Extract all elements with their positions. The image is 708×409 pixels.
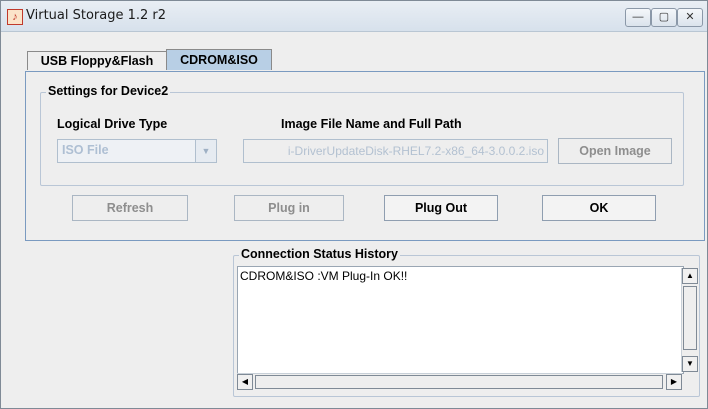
java-app-icon: ♪: [7, 9, 23, 25]
image-path-field[interactable]: i-DriverUpdateDisk-RHEL7.2-x86_64-3.0.0.…: [243, 139, 548, 163]
close-button[interactable]: ✕: [677, 8, 703, 27]
scroll-right-icon[interactable]: ▶: [666, 374, 682, 390]
drive-type-label: Logical Drive Type: [57, 117, 168, 131]
horizontal-scrollbar[interactable]: ◀ ▶: [237, 373, 682, 390]
window-title: Virtual Storage 1.2 r2: [26, 8, 167, 23]
vertical-scroll-thumb[interactable]: [683, 286, 697, 350]
plug-in-button[interactable]: Plug in: [234, 195, 344, 221]
scroll-left-icon[interactable]: ◀: [237, 374, 253, 390]
vertical-scrollbar[interactable]: ▲ ▼: [681, 268, 698, 372]
connection-history-title: Connection Status History: [239, 247, 400, 261]
connection-history-group: Connection Status History CDROM&ISO :VM …: [233, 247, 700, 397]
image-path-value: i-DriverUpdateDisk-RHEL7.2-x86_64-3.0.0.…: [287, 144, 544, 158]
scroll-down-icon[interactable]: ▼: [682, 356, 698, 372]
refresh-button[interactable]: Refresh: [72, 195, 188, 221]
history-line: CDROM&ISO :VM Plug-In OK!!: [240, 269, 408, 283]
tab-cdrom-iso[interactable]: CDROM&ISO: [166, 49, 272, 70]
tab-usb-floppy-flash[interactable]: USB Floppy&Flash: [27, 51, 167, 70]
maximize-icon: ▢: [658, 11, 670, 23]
chevron-down-icon[interactable]: ▼: [195, 140, 216, 162]
minimize-button[interactable]: —: [625, 8, 651, 27]
device-settings-group: Settings for Device2 Logical Drive Type …: [40, 84, 684, 186]
image-path-label: Image File Name and Full Path: [281, 117, 462, 131]
main-window: ♪ Virtual Storage 1.2 r2 — ▢ ✕ USB Flopp…: [0, 0, 708, 409]
drive-type-select[interactable]: ISO File ▼: [57, 139, 217, 163]
title-bar[interactable]: ♪ Virtual Storage 1.2 r2 — ▢ ✕: [1, 1, 707, 32]
close-icon: ✕: [685, 11, 695, 23]
drive-type-value: ISO File: [62, 143, 109, 157]
cdrom-iso-panel: Settings for Device2 Logical Drive Type …: [25, 71, 705, 241]
maximize-button[interactable]: ▢: [651, 8, 677, 27]
scroll-up-icon[interactable]: ▲: [682, 268, 698, 284]
history-text-area[interactable]: CDROM&ISO :VM Plug-In OK!!: [237, 266, 684, 374]
minimize-icon: —: [632, 11, 644, 23]
ok-button[interactable]: OK: [542, 195, 656, 221]
device-settings-title: Settings for Device2: [46, 84, 171, 98]
plug-out-button[interactable]: Plug Out: [384, 195, 498, 221]
open-image-button[interactable]: Open Image: [558, 138, 672, 164]
horizontal-scroll-thumb[interactable]: [255, 375, 663, 389]
